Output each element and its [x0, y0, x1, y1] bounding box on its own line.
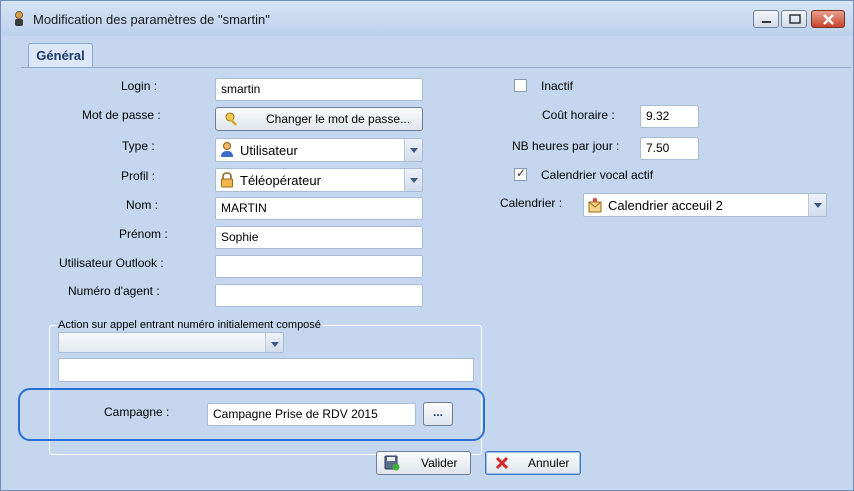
close-icon — [823, 14, 834, 25]
prenom-input[interactable]: Sophie — [215, 226, 423, 249]
inactif-checkbox[interactable] — [514, 79, 527, 92]
close-button[interactable] — [811, 10, 845, 28]
user-app-icon — [15, 11, 23, 26]
maximize-button[interactable] — [781, 10, 807, 28]
calendar-mail-icon — [588, 197, 602, 213]
heures-par-jour-label: NB heures par jour : — [512, 139, 620, 153]
tab-general[interactable]: Général — [28, 43, 93, 68]
calendrier-select[interactable]: Calendrier acceuil 2 — [583, 193, 827, 217]
lock-icon — [221, 172, 233, 188]
agent-number-label: Numéro d'agent : — [68, 284, 160, 298]
outlook-input[interactable] — [215, 255, 423, 278]
cout-horaire-input[interactable]: 9.32 — [640, 105, 699, 128]
validate-label: Valider — [421, 456, 458, 470]
type-label: Type : — [122, 139, 155, 153]
dialog-window: Modification des paramètres de "smartin"… — [0, 0, 854, 491]
agent-number-input[interactable] — [215, 284, 423, 307]
validate-button[interactable]: Valider — [376, 451, 471, 475]
cancel-button[interactable]: Annuler — [485, 451, 581, 475]
minimize-button[interactable] — [753, 10, 779, 28]
cancel-label: Annuler — [528, 456, 570, 470]
cout-horaire-label: Coût horaire : — [542, 108, 615, 122]
maximize-icon — [789, 14, 801, 24]
nom-label: Nom : — [126, 198, 159, 212]
action-select[interactable] — [58, 332, 284, 353]
login-label: Login : — [121, 79, 158, 93]
heures-par-jour-input[interactable]: 7.50 — [640, 137, 699, 160]
outlook-label: Utilisateur Outlook : — [59, 256, 164, 270]
change-password-label: Changer le mot de passe... — [266, 112, 411, 126]
chevron-down-icon[interactable] — [404, 169, 422, 191]
chevron-down-icon[interactable] — [404, 139, 422, 161]
type-select[interactable]: Utilisateur — [215, 138, 423, 162]
inactif-label: Inactif — [541, 79, 574, 93]
campagne-label: Campagne : — [104, 405, 170, 419]
change-password-button[interactable]: Changer le mot de passe... — [215, 107, 423, 131]
user-icon — [221, 142, 233, 157]
window-title: Modification des paramètres de "smartin" — [33, 12, 270, 27]
prenom-label: Prénom : — [119, 227, 168, 241]
profil-select[interactable]: Téléopérateur — [215, 168, 423, 192]
calendrier-label: Calendrier : — [500, 196, 563, 210]
password-label: Mot de passe : — [82, 108, 161, 122]
campagne-browse-button[interactable]: ... — [423, 402, 453, 426]
action-group-title: Action sur appel entrant numéro initiale… — [56, 319, 323, 331]
calendrier-vocal-checkbox[interactable] — [514, 166, 527, 181]
campagne-input[interactable]: Campagne Prise de RDV 2015 — [207, 403, 416, 426]
type-value: Utilisateur — [240, 143, 298, 158]
chevron-down-icon[interactable] — [265, 333, 283, 352]
nom-input[interactable]: MARTIN — [215, 197, 423, 220]
key-icon — [225, 112, 237, 126]
chevron-down-icon[interactable] — [808, 194, 826, 216]
title-bar[interactable]: Modification des paramètres de "smartin" — [1, 1, 853, 36]
calendrier-value: Calendrier acceuil 2 — [608, 198, 723, 213]
calendrier-vocal-label: Calendrier vocal actif — [541, 168, 654, 182]
profil-label: Profil : — [121, 169, 156, 183]
action-text-input[interactable] — [58, 358, 474, 382]
minimize-icon — [762, 21, 771, 23]
profil-value: Téléopérateur — [240, 173, 321, 188]
login-input[interactable]: smartin — [215, 78, 423, 101]
cross-icon — [495, 456, 509, 470]
save-icon — [384, 455, 400, 471]
